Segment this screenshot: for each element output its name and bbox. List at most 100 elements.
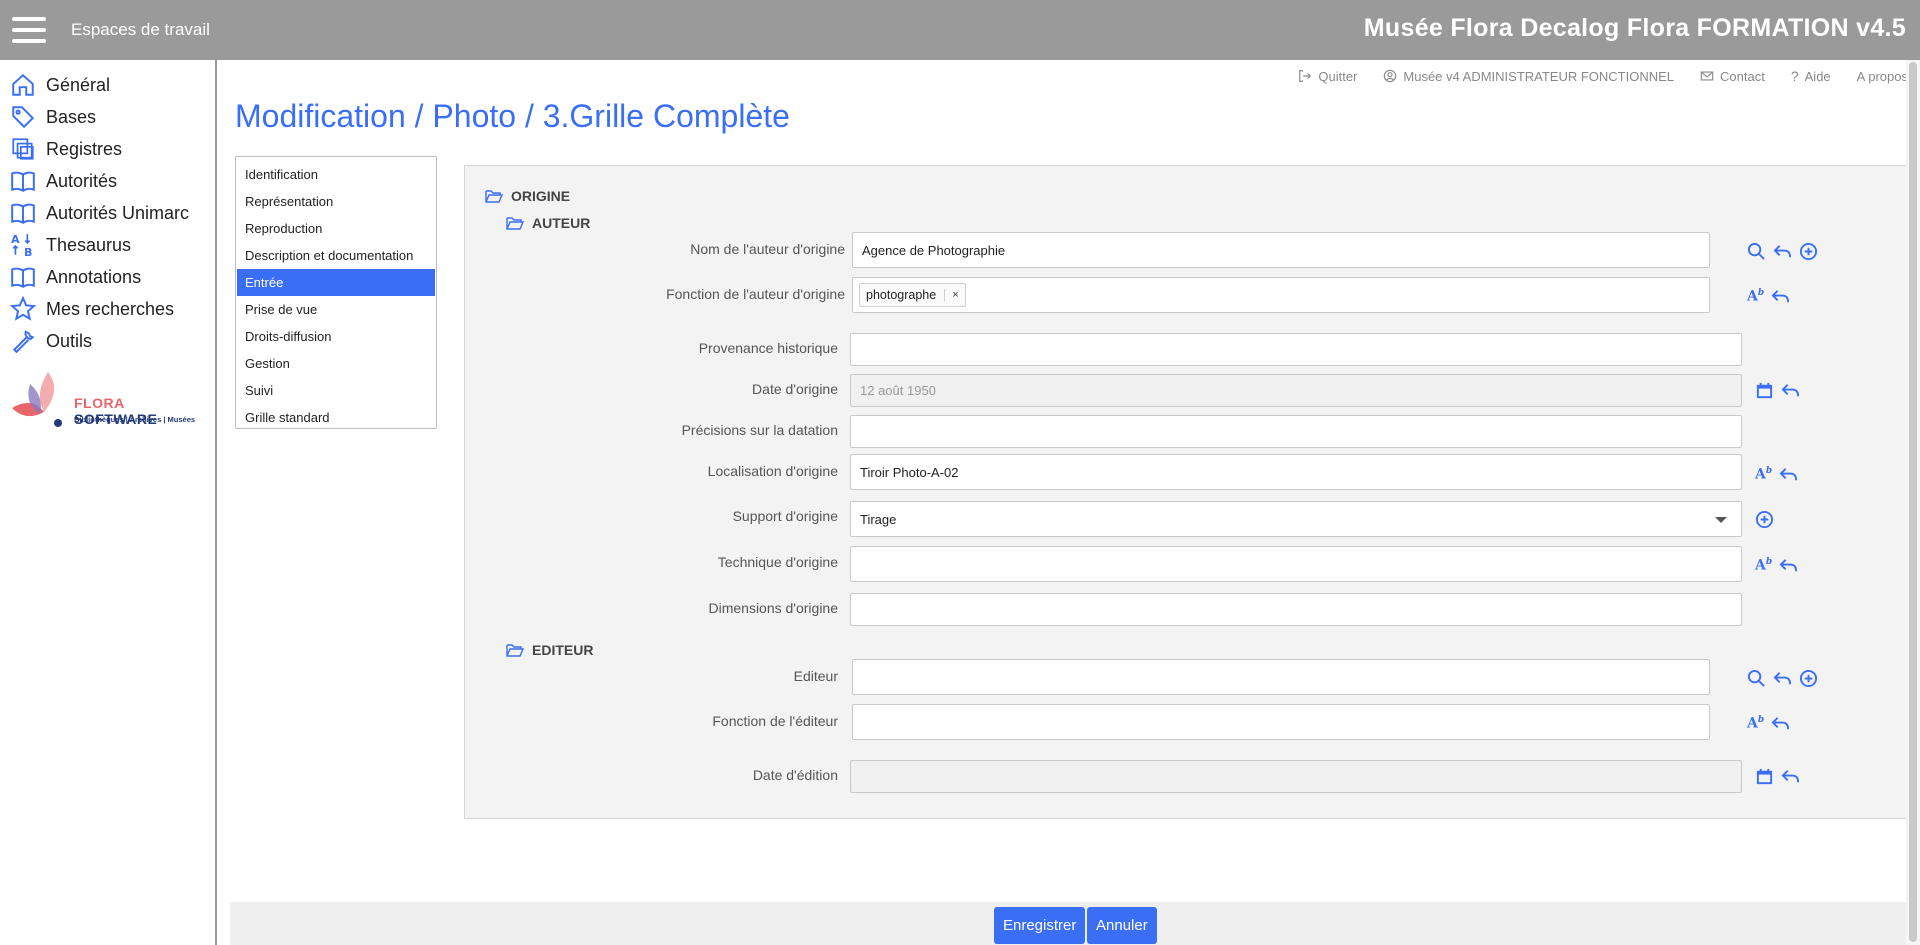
tab-prise-de-vue[interactable]: Prise de vue bbox=[237, 296, 435, 323]
sidebar-item-label: Autorités bbox=[46, 170, 118, 191]
sidebar-item-label: Registres bbox=[46, 138, 123, 159]
fonction-editeur-label: Fonction de l'éditeur bbox=[712, 713, 838, 729]
tab-grille-standard[interactable]: Grille standard bbox=[237, 404, 435, 431]
wrench-icon bbox=[12, 330, 35, 354]
tag-icon bbox=[12, 106, 35, 129]
user-link[interactable]: Musée v4 ADMINISTRATEUR FONCTIONNEL bbox=[1383, 68, 1674, 84]
text-format-icon[interactable]: Ab bbox=[1747, 288, 1764, 305]
undo-icon[interactable] bbox=[1781, 767, 1800, 786]
dimensions-label: Dimensions d'origine bbox=[708, 600, 838, 616]
search-icon[interactable] bbox=[1747, 669, 1766, 688]
text-format-icon[interactable]: Ab bbox=[1747, 715, 1764, 732]
tab-list: Identification Représentation Reproducti… bbox=[235, 156, 437, 429]
sidebar-item-mes-recherches[interactable]: Mes recherches bbox=[10, 294, 174, 324]
provenance-field[interactable] bbox=[850, 333, 1742, 366]
fonction-editeur-field[interactable] bbox=[852, 704, 1710, 740]
support-select[interactable]: Tirage bbox=[850, 501, 1742, 537]
book-icon bbox=[11, 203, 35, 224]
hamburger-icon[interactable] bbox=[12, 17, 46, 43]
sidebar-item-label: Outils bbox=[46, 330, 93, 351]
star-icon bbox=[10, 296, 36, 321]
section-editeur[interactable]: EDITEUR bbox=[506, 642, 593, 658]
sidebar-item-autorites[interactable]: Autorités bbox=[10, 166, 117, 196]
tab-identification[interactable]: Identification bbox=[237, 161, 435, 188]
svg-text:B: B bbox=[24, 246, 32, 258]
undo-icon[interactable] bbox=[1781, 381, 1800, 400]
top-bar: Espaces de travail Musée Flora Decalog F… bbox=[0, 0, 1920, 60]
undo-icon[interactable] bbox=[1773, 669, 1792, 688]
undo-icon[interactable] bbox=[1773, 242, 1792, 261]
localisation-actions: Ab bbox=[1755, 465, 1798, 484]
text-format-icon[interactable]: Ab bbox=[1755, 466, 1772, 483]
app-title: Musée Flora Decalog Flora FORMATION v4.5 bbox=[1363, 14, 1906, 42]
fonction-editeur-actions: Ab bbox=[1747, 714, 1790, 733]
section-auteur[interactable]: AUTEUR bbox=[506, 215, 590, 231]
chip-remove-button[interactable]: × bbox=[944, 289, 959, 301]
sidebar-item-autorites-unimarc[interactable]: Autorités Unimarc bbox=[10, 198, 189, 228]
plus-circle-icon[interactable] bbox=[1799, 669, 1818, 688]
save-button[interactable]: Enregistrer bbox=[994, 907, 1086, 944]
sidebar-item-label: Autorités Unimarc bbox=[46, 202, 190, 223]
about-link[interactable]: A propos bbox=[1857, 68, 1908, 84]
workspaces-link[interactable]: Espaces de travail bbox=[71, 20, 210, 40]
cancel-button[interactable]: Annuler bbox=[1087, 907, 1157, 944]
localisation-label: Localisation d'origine bbox=[707, 463, 838, 479]
support-actions bbox=[1755, 510, 1774, 529]
form-panel: ORIGINE AUTEUR Nom de l'auteur d'origine… bbox=[464, 165, 1910, 819]
section-origine[interactable]: ORIGINE bbox=[485, 188, 570, 204]
localisation-field[interactable]: Tiroir Photo-A-02 bbox=[850, 454, 1742, 490]
undo-icon[interactable] bbox=[1779, 556, 1798, 575]
sidebar-item-annotations[interactable]: Annotations bbox=[10, 262, 141, 292]
calendar-icon[interactable] bbox=[1755, 381, 1774, 400]
sidebar-item-label: Mes recherches bbox=[46, 298, 175, 319]
folder-open-icon bbox=[485, 190, 503, 203]
editeur-label: Editeur bbox=[793, 668, 838, 684]
precisions-field[interactable] bbox=[850, 415, 1742, 448]
dimensions-field[interactable] bbox=[850, 593, 1742, 626]
tab-description[interactable]: Description et documentation bbox=[237, 242, 435, 269]
top-links: Quitter Musée v4 ADMINISTRATEUR FONCTION… bbox=[1298, 68, 1908, 84]
sidebar-item-label: Annotations bbox=[46, 266, 142, 287]
plus-circle-icon[interactable] bbox=[1755, 510, 1774, 529]
date-origine-label: Date d'origine bbox=[752, 381, 838, 397]
undo-icon[interactable] bbox=[1771, 287, 1790, 306]
chevron-down-icon bbox=[1715, 517, 1727, 523]
sidebar-item-label: Général bbox=[46, 74, 111, 95]
date-edition-field[interactable] bbox=[850, 760, 1742, 793]
technique-field[interactable] bbox=[850, 546, 1742, 582]
date-origine-field[interactable]: 12 août 1950 bbox=[850, 374, 1742, 407]
user-icon bbox=[1384, 69, 1397, 83]
tab-entree[interactable]: Entrée bbox=[237, 269, 435, 296]
undo-icon[interactable] bbox=[1771, 714, 1790, 733]
contact-link[interactable]: Contact bbox=[1700, 68, 1765, 84]
nom-auteur-field[interactable]: Agence de Photographie bbox=[852, 232, 1710, 268]
quit-link[interactable]: Quitter bbox=[1298, 68, 1357, 84]
sidebar-item-general[interactable]: Général bbox=[10, 70, 110, 100]
copy-icon bbox=[12, 138, 34, 160]
sidebar-item-thesaurus[interactable]: AB Thesaurus bbox=[10, 230, 131, 260]
scrollbar-thumb[interactable] bbox=[1909, 62, 1917, 942]
svg-text:A: A bbox=[11, 233, 20, 246]
vertical-scrollbar[interactable] bbox=[1906, 60, 1920, 945]
tab-suivi[interactable]: Suivi bbox=[237, 377, 435, 404]
tab-representation[interactable]: Représentation bbox=[237, 188, 435, 215]
help-link[interactable]: ? Aide bbox=[1791, 68, 1831, 84]
technique-label: Technique d'origine bbox=[717, 554, 838, 570]
flora-logo-icon bbox=[12, 372, 62, 427]
sidebar-item-registres[interactable]: Registres bbox=[10, 134, 122, 164]
undo-icon[interactable] bbox=[1779, 465, 1798, 484]
sidebar-item-outils[interactable]: Outils bbox=[10, 326, 92, 356]
editeur-field[interactable] bbox=[852, 659, 1710, 695]
sidebar-item-bases[interactable]: Bases bbox=[10, 102, 96, 132]
tab-reproduction[interactable]: Reproduction bbox=[237, 215, 435, 242]
date-edition-label: Date d'édition bbox=[752, 767, 838, 783]
tab-droits-diffusion[interactable]: Droits-diffusion bbox=[237, 323, 435, 350]
fonction-auteur-field[interactable]: photographe × bbox=[852, 277, 1710, 313]
support-label: Support d'origine bbox=[732, 508, 838, 524]
tab-gestion[interactable]: Gestion bbox=[237, 350, 435, 377]
sort-alpha-icon: AB bbox=[11, 233, 32, 258]
search-icon[interactable] bbox=[1747, 242, 1766, 261]
plus-circle-icon[interactable] bbox=[1799, 242, 1818, 261]
text-format-icon[interactable]: Ab bbox=[1755, 557, 1772, 574]
calendar-icon[interactable] bbox=[1755, 767, 1774, 786]
